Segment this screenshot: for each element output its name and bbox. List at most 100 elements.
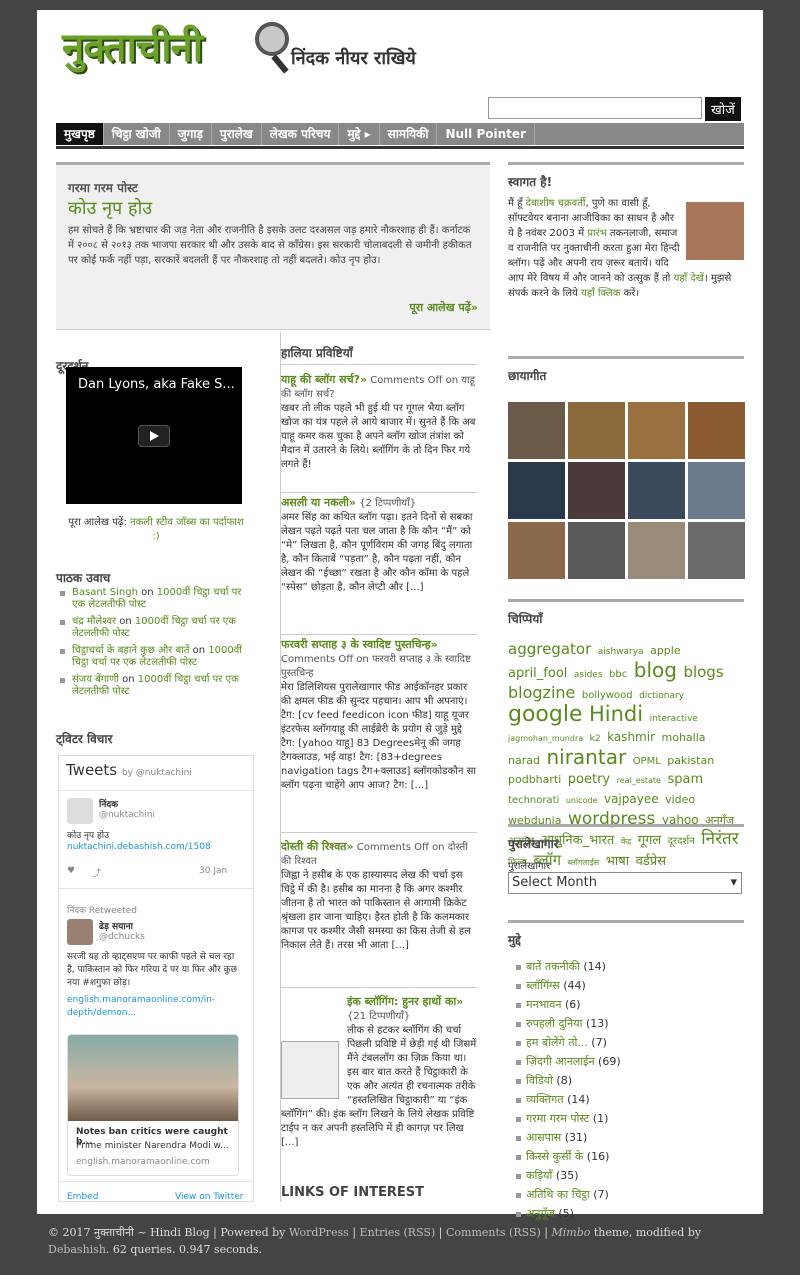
tag-link[interactable]: bbc [609,669,627,680]
tag-link[interactable]: ब्लॉगलाईस [568,858,600,867]
nav-item[interactable]: मुद्दे ▸ [339,123,380,145]
tag-link[interactable]: blogs [683,663,723,681]
tag-link[interactable]: unicode [566,796,598,805]
post-title[interactable]: दोस्ती की रिश्वत» [281,840,354,853]
nav-item[interactable]: जुगाड़ [170,123,212,145]
tweet1-date[interactable]: 30 Jan [199,866,227,876]
nav-item[interactable]: पुरालेख [212,123,262,145]
photo-thumbnail[interactable] [688,522,745,579]
search-button[interactable]: खोजें [705,97,741,121]
tag-link[interactable]: aggregator [508,640,591,658]
tag-link[interactable]: interactive [650,714,698,724]
video-caption-link[interactable]: नकली स्टीव जॉब्स का पर्दाफाश :) [130,517,244,542]
nav-item[interactable]: सामयिकी [380,123,438,145]
category-link[interactable]: मनभावन [526,998,562,1011]
video-embed[interactable]: Dan Lyons, aka Fake S... [66,367,242,504]
tweet2-link[interactable]: english.manoramaonline.com/in-depth/demo… [67,994,243,1020]
play-icon[interactable] [138,425,170,447]
avatar[interactable] [67,798,93,824]
category-link[interactable]: व्यक्तिगत [526,1093,564,1106]
category-link[interactable]: आसपास [526,1131,561,1144]
view-on-twitter-link[interactable]: View on Twitter [175,1192,243,1202]
tweet1-name[interactable]: निंदक [99,797,118,810]
author-name-link[interactable]: देबाशीष चक्रवर्ती [526,198,586,209]
comment-author[interactable]: चिट्ठाचर्चा के बहाने कुछ और बातें [72,645,189,656]
tag-link[interactable]: वर्डप्रेस [636,854,666,869]
comment-author[interactable]: Basant Singh [72,587,138,598]
photo-thumbnail[interactable] [568,522,625,579]
post-title[interactable]: असली या नकली» [281,496,356,509]
share-icon[interactable]: ⤴ [92,866,101,879]
category-link[interactable]: किस्से कुर्सी के [526,1150,583,1163]
tweet1-link[interactable]: nuktachini.debashish.com/1508 [67,842,211,852]
photo-thumbnail[interactable] [568,462,625,519]
comment-author[interactable]: संजय बेंगाणी [72,674,119,685]
embed-link[interactable]: Embed [67,1192,98,1202]
entries-rss-link[interactable]: Entries (RSS) [360,1226,436,1239]
site-logo[interactable]: नुक्ताचीनी [62,18,203,73]
tag-link[interactable]: real_estate [617,776,661,785]
author-link[interactable]: Debashish [48,1243,106,1256]
post-thumbnail[interactable] [281,1041,339,1099]
tag-link[interactable]: vajpayee [604,792,659,806]
theme-link[interactable]: Mimbo [551,1226,590,1239]
featured-title[interactable]: कोउ नृप होउ [68,196,152,220]
category-link[interactable]: अतिथि का चिट्ठा [526,1188,590,1201]
photo-thumbnail[interactable] [508,462,565,519]
post-title[interactable]: इंक ब्लॉगिंग: हुनर हाथों का» [347,995,463,1008]
photo-thumbnail[interactable] [568,402,625,459]
tag-link[interactable]: mohalla [662,731,706,744]
comment-author[interactable]: चंद्र मौलेश्वर [72,616,116,627]
tag-link[interactable]: spam [667,772,703,787]
category-link[interactable]: हम बोलेंगे तो... [526,1036,588,1049]
tag-link[interactable]: video [665,793,695,806]
comments-rss-link[interactable]: Comments (RSS) [446,1226,541,1239]
tag-link[interactable]: poetry [568,772,610,787]
category-link[interactable]: बातें तकनीकी [526,960,580,973]
tag-link[interactable]: narad [508,754,540,767]
nav-item[interactable]: लेखक परिचय [262,123,340,145]
tag-link[interactable]: podbharti [508,773,561,786]
category-link[interactable]: ज़िंदगी आनलाईन [526,1055,595,1068]
post-meta[interactable]: {2 टिप्पणीयाँ} [356,498,416,509]
tag-link[interactable]: jagmohan_mundra [508,734,583,743]
tweet2-name[interactable]: ढेड़ सयाना [99,919,133,932]
category-link[interactable]: रुपहली दुनिया [526,1017,583,1030]
tag-link[interactable]: Hindi [589,702,643,726]
tag-link[interactable]: pakistan [667,754,714,767]
contact-link[interactable]: यहाँ क्लिक [581,288,620,299]
search-input[interactable] [488,97,702,119]
tag-link[interactable]: bollywood [582,690,633,701]
tag-link[interactable]: OPML [633,756,661,767]
heart-icon[interactable]: ♥ [67,866,75,876]
post-meta[interactable]: Comments Off on फरवरी सप्ताह ३ के स्वादि… [281,654,471,679]
tag-link[interactable]: kashmir [607,730,655,744]
photo-thumbnail[interactable] [508,522,565,579]
category-link[interactable]: ब्लॉगिंग्स [526,979,560,992]
photo-thumbnail[interactable] [628,462,685,519]
tag-link[interactable]: technorati [508,795,559,806]
category-link[interactable]: विडियो [526,1074,553,1087]
wordpress-link[interactable]: WordPress [289,1226,349,1239]
photo-thumbnail[interactable] [628,402,685,459]
nav-item[interactable]: चिट्ठा खोजी [104,123,170,145]
category-link[interactable]: गरमा गरम पोस्ट [526,1112,589,1125]
tag-link[interactable]: aishwarya [598,647,644,657]
photo-thumbnail[interactable] [628,522,685,579]
tag-link[interactable]: भाषा [606,854,629,869]
avatar[interactable] [67,919,93,945]
tweet-card[interactable]: Notes ban critics were caught b... Prime… [67,1034,239,1176]
tag-link[interactable]: nirantar [546,745,626,769]
post-meta[interactable]: {21 टिप्पणीयाँ} [347,1011,410,1022]
nav-item[interactable]: Null Pointer [437,123,535,145]
about-link[interactable]: यहाँ देखें [674,273,704,284]
tag-link[interactable]: blogzine [508,683,575,702]
photo-thumbnail[interactable] [508,402,565,459]
tweet1-handle[interactable]: @nuktachini [99,810,155,820]
start-link[interactable]: प्रारंभ [587,228,606,239]
nav-item[interactable]: मुखपृष्ठ [56,123,104,145]
read-more-link[interactable]: पूरा आलेख पढ़ें» [410,300,479,315]
tag-link[interactable]: april_fool [508,666,567,681]
category-link[interactable]: कड़ियाँ [526,1169,552,1182]
post-title[interactable]: फरवरी सप्ताह ३ के स्वादिष्ट पुस्तचिन्ह» [281,638,438,651]
